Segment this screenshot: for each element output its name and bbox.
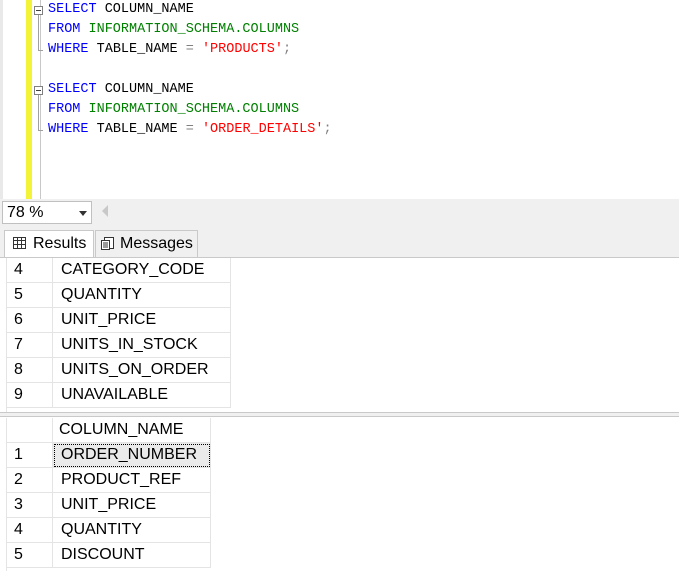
- fold-guide-end: [38, 50, 43, 51]
- fold-guide: [38, 15, 39, 51]
- keyword: WHERE: [48, 42, 89, 57]
- editor-gutter-divider: [40, 0, 41, 199]
- code-line[interactable]: SELECT COLUMN_NAME: [48, 0, 194, 20]
- results-grid-order-details[interactable]: COLUMN_NAME 1 ORDER_NUMBER 2 PRODUCT_REF…: [0, 418, 679, 571]
- system-view: INFORMATION_SCHEMA.COLUMNS: [80, 22, 300, 37]
- editor-left-margin: [0, 0, 3, 199]
- result-cell[interactable]: UNAVAILABLE: [53, 383, 231, 408]
- semicolon: ;: [282, 42, 292, 57]
- column-header[interactable]: COLUMN_NAME: [53, 418, 211, 443]
- messages-icon: [101, 237, 114, 250]
- tab-messages-label: Messages: [120, 235, 193, 252]
- query-editor[interactable]: SELECT COLUMN_NAME FROM INFORMATION_SCHE…: [0, 0, 679, 199]
- row-number[interactable]: 1: [6, 443, 53, 468]
- result-cell[interactable]: QUANTITY: [53, 518, 211, 543]
- result-cell[interactable]: CATEGORY_CODE: [53, 258, 231, 283]
- operator: =: [185, 42, 194, 57]
- keyword: FROM: [48, 102, 81, 117]
- row-number[interactable]: 7: [6, 333, 53, 358]
- code-line[interactable]: WHERE TABLE_NAME = 'ORDER_DETAILS';: [48, 120, 332, 140]
- code-line[interactable]: FROM INFORMATION_SCHEMA.COLUMNS: [48, 20, 299, 40]
- operator: =: [185, 122, 194, 137]
- string-literal: 'PRODUCTS': [201, 42, 283, 57]
- zoom-value: 78 %: [7, 204, 44, 221]
- grid-icon: [13, 237, 26, 249]
- keyword: SELECT: [48, 2, 97, 17]
- row-number[interactable]: 4: [6, 258, 53, 283]
- results-tab-strip: Results Messages: [0, 227, 679, 258]
- identifier: TABLE_NAME: [88, 42, 186, 57]
- row-number[interactable]: 2: [6, 468, 53, 493]
- system-view: INFORMATION_SCHEMA.COLUMNS: [80, 102, 300, 117]
- identifier: COLUMN_NAME: [96, 82, 194, 97]
- fold-guide: [38, 95, 39, 131]
- code-line[interactable]: FROM INFORMATION_SCHEMA.COLUMNS: [48, 100, 299, 120]
- code-line[interactable]: WHERE TABLE_NAME = 'PRODUCTS';: [48, 40, 291, 60]
- row-header-corner[interactable]: [6, 418, 53, 443]
- identifier: COLUMN_NAME: [96, 2, 194, 17]
- fold-guide-end: [38, 130, 43, 131]
- result-cell[interactable]: UNIT_PRICE: [53, 493, 211, 518]
- tab-results[interactable]: Results: [4, 230, 94, 257]
- collapse-query2-icon[interactable]: [34, 86, 43, 95]
- code-line[interactable]: SELECT COLUMN_NAME: [48, 80, 194, 100]
- row-number[interactable]: 5: [6, 543, 53, 568]
- result-cell[interactable]: UNIT_PRICE: [53, 308, 231, 333]
- editor-status-bar: 78 %: [0, 199, 679, 227]
- string-literal: 'ORDER_DETAILS': [201, 122, 324, 137]
- identifier: TABLE_NAME: [88, 122, 186, 137]
- results-splitter[interactable]: [0, 412, 679, 417]
- row-number[interactable]: 9: [6, 383, 53, 408]
- chevron-down-icon[interactable]: [79, 211, 87, 216]
- result-cell[interactable]: UNITS_ON_ORDER: [53, 358, 231, 383]
- row-number[interactable]: 6: [6, 308, 53, 333]
- collapse-query1-icon[interactable]: [34, 6, 43, 15]
- change-tracking-bar: [26, 0, 32, 199]
- results-grid-products[interactable]: 4 CATEGORY_CODE 5 QUANTITY 6 UNIT_PRICE …: [0, 258, 679, 412]
- scroll-left-arrow-icon[interactable]: [102, 205, 108, 217]
- tab-results-label: Results: [33, 235, 87, 252]
- row-number[interactable]: 8: [6, 358, 53, 383]
- row-number[interactable]: 3: [6, 493, 53, 518]
- keyword: WHERE: [48, 122, 89, 137]
- tab-messages[interactable]: Messages: [95, 230, 198, 257]
- keyword: SELECT: [48, 82, 97, 97]
- semicolon: ;: [323, 122, 332, 137]
- result-cell[interactable]: PRODUCT_REF: [53, 468, 211, 493]
- selected-result-cell[interactable]: ORDER_NUMBER: [53, 443, 211, 468]
- row-number[interactable]: 5: [6, 283, 53, 308]
- result-cell[interactable]: QUANTITY: [53, 283, 231, 308]
- result-cell[interactable]: UNITS_IN_STOCK: [53, 333, 231, 358]
- result-cell[interactable]: DISCOUNT: [53, 543, 211, 568]
- row-number[interactable]: 4: [6, 518, 53, 543]
- zoom-dropdown[interactable]: 78 %: [2, 201, 92, 224]
- keyword: FROM: [48, 22, 81, 37]
